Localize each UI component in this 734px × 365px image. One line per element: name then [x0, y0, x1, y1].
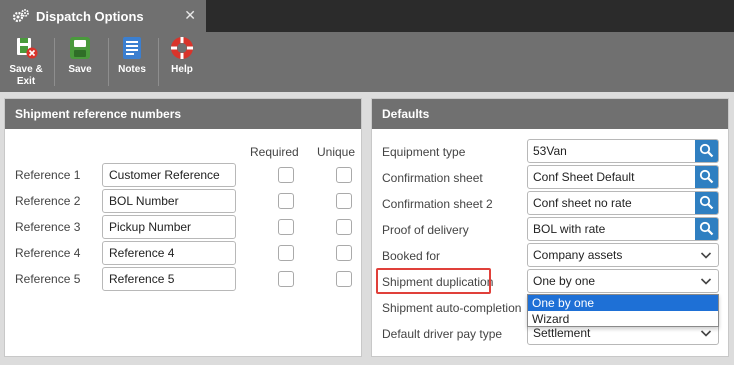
confirmation-sheet-2-value: Conf sheet no rate [533, 196, 632, 210]
equipment-type-value: 53Van [533, 144, 567, 158]
reference-3-label: Reference 3 [15, 220, 81, 234]
save-exit-button[interactable]: Save & Exit [8, 34, 44, 88]
equipment-type-search-button[interactable] [695, 140, 718, 162]
help-button[interactable]: Help [166, 34, 198, 76]
reference-4-unique-checkbox[interactable] [336, 245, 352, 261]
references-panel-title: Shipment reference numbers [5, 99, 361, 129]
notes-button[interactable]: Notes [115, 34, 149, 76]
proof-of-delivery-label: Proof of delivery [382, 223, 469, 237]
reference-1-label: Reference 1 [15, 168, 81, 182]
search-icon [699, 221, 714, 236]
equipment-type-label: Equipment type [382, 145, 466, 159]
reference-5-unique-checkbox[interactable] [336, 271, 352, 287]
confirmation-sheet-label: Confirmation sheet [382, 171, 483, 185]
save-icon [70, 37, 90, 59]
chevron-down-icon [700, 252, 712, 259]
confirmation-sheet-2-label: Confirmation sheet 2 [382, 197, 493, 211]
save-exit-label-line2: Exit [16, 76, 36, 87]
reference-5-input[interactable]: Reference 5 [102, 267, 236, 291]
reference-2-input[interactable]: BOL Number [102, 189, 236, 213]
search-icon [699, 169, 714, 184]
shipment-duplication-dropdown: One by one Wizard [527, 294, 719, 327]
search-icon [699, 195, 714, 210]
dropdown-option-wizard[interactable]: Wizard [528, 311, 718, 327]
booked-for-value: Company assets [533, 248, 623, 262]
reference-3-input[interactable]: Pickup Number [102, 215, 236, 239]
confirmation-sheet-2-search-button[interactable] [695, 192, 718, 214]
shipment-auto-completion-label: Shipment auto-completion [382, 301, 522, 315]
notes-icon [123, 37, 141, 59]
title-bar: Dispatch Options ✕ [0, 0, 734, 32]
close-icon[interactable]: ✕ [184, 8, 196, 24]
save-exit-label-line1: Save & [9, 64, 43, 75]
tab-dispatch-options[interactable]: Dispatch Options ✕ [0, 0, 206, 32]
toolbar: Save & Exit Save Notes Help [0, 32, 734, 92]
toolbar-divider [54, 38, 55, 86]
notes-label: Notes [118, 64, 146, 75]
help-label: Help [171, 64, 193, 75]
proof-of-delivery-field[interactable]: BOL with rate [527, 217, 719, 241]
tab-title: Dispatch Options [36, 8, 144, 24]
save-button[interactable]: Save [64, 34, 96, 76]
dropdown-option-one-by-one[interactable]: One by one [528, 295, 718, 311]
reference-3-required-checkbox[interactable] [278, 219, 294, 235]
default-driver-pay-type-label: Default driver pay type [382, 327, 503, 341]
equipment-type-field[interactable]: 53Van [527, 139, 719, 163]
reference-2-unique-checkbox[interactable] [336, 193, 352, 209]
reference-3-unique-checkbox[interactable] [336, 219, 352, 235]
booked-for-label: Booked for [382, 249, 441, 263]
booked-for-select[interactable]: Company assets [527, 243, 719, 267]
reference-1-unique-checkbox[interactable] [336, 167, 352, 183]
reference-2-label: Reference 2 [15, 194, 81, 208]
shipment-duplication-select[interactable]: One by one [527, 269, 719, 293]
reference-1-input[interactable]: Customer Reference [102, 163, 236, 187]
toolbar-divider [158, 38, 159, 86]
default-driver-pay-type-value: Settlement [533, 326, 591, 340]
chevron-down-icon [700, 330, 712, 337]
save-label: Save [68, 64, 92, 75]
help-icon [171, 37, 193, 59]
save-exit-icon [17, 38, 38, 59]
reference-4-input[interactable]: Reference 4 [102, 241, 236, 265]
unique-column-header: Unique [317, 145, 356, 159]
shipment-duplication-highlight [376, 268, 491, 294]
proof-of-delivery-value: BOL with rate [533, 222, 606, 236]
confirmation-sheet-search-button[interactable] [695, 166, 718, 188]
confirmation-sheet-value: Conf Sheet Default [533, 170, 635, 184]
reference-1-required-checkbox[interactable] [278, 167, 294, 183]
confirmation-sheet-field[interactable]: Conf Sheet Default [527, 165, 719, 189]
reference-5-label: Reference 5 [15, 272, 81, 286]
reference-2-required-checkbox[interactable] [278, 193, 294, 209]
gears-icon [12, 9, 29, 23]
reference-4-required-checkbox[interactable] [278, 245, 294, 261]
search-icon [699, 143, 714, 158]
shipment-duplication-value: One by one [533, 274, 596, 288]
defaults-panel-title: Defaults [372, 99, 728, 129]
toolbar-divider [108, 38, 109, 86]
confirmation-sheet-2-field[interactable]: Conf sheet no rate [527, 191, 719, 215]
reference-4-label: Reference 4 [15, 246, 81, 260]
chevron-down-icon [700, 278, 712, 285]
proof-of-delivery-search-button[interactable] [695, 218, 718, 240]
reference-5-required-checkbox[interactable] [278, 271, 294, 287]
required-column-header: Required [250, 145, 299, 159]
